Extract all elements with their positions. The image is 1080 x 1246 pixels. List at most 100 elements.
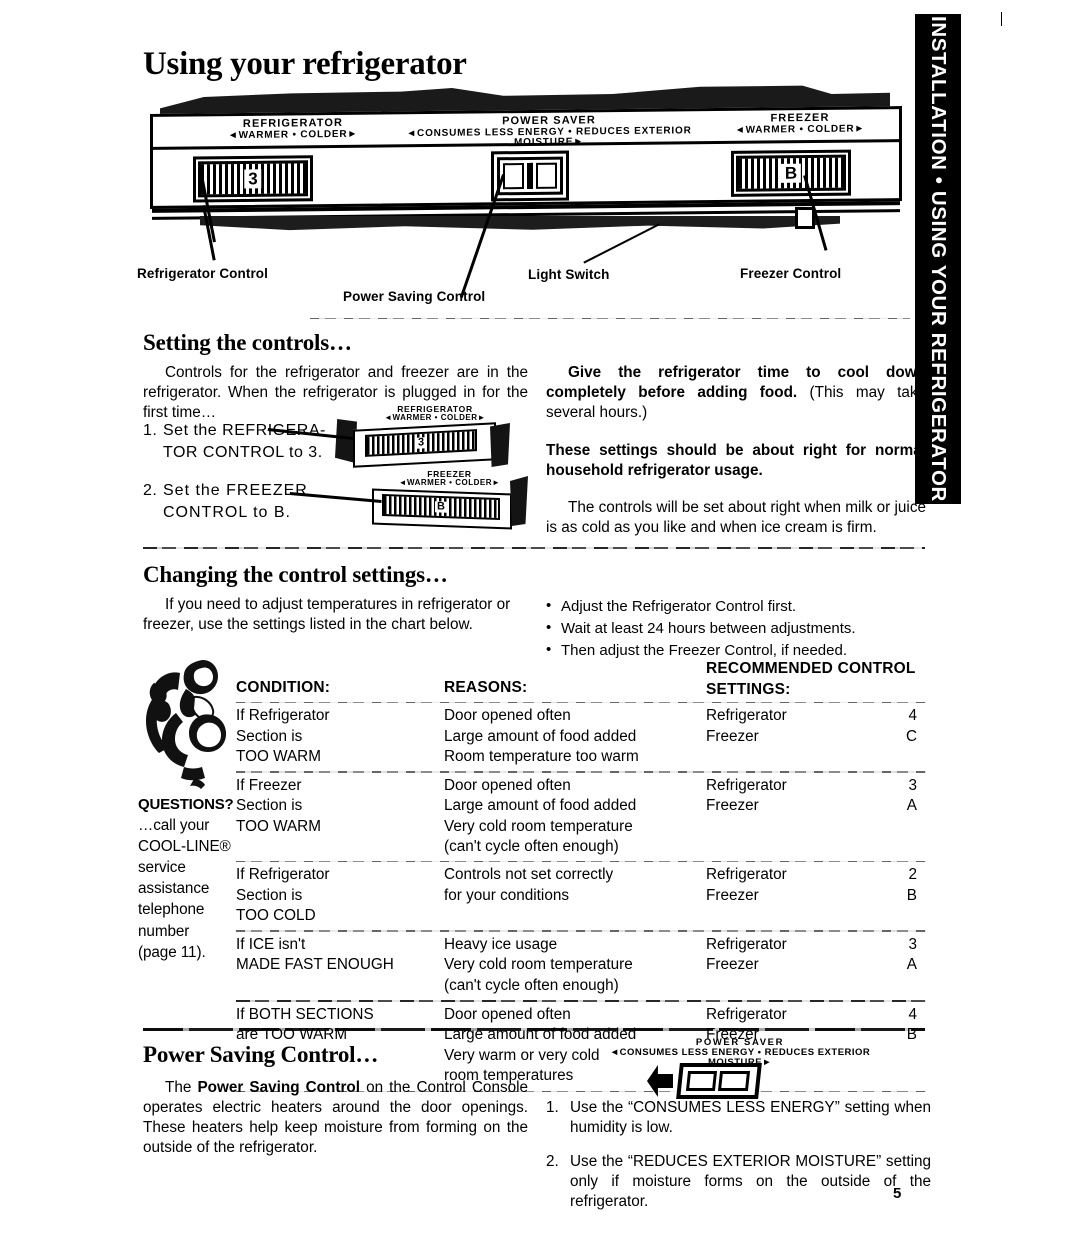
callout-freezer-control: Freezer Control (740, 266, 842, 281)
cool-down-paragraph: Give the refrigerator time to cool down … (546, 363, 926, 423)
bullet-item: Wait at least 24 hours between adjustmen… (546, 617, 931, 640)
chart-header-recommended-l1: RECOMMENDED CONTROL (706, 660, 916, 677)
power-saver-right-paddle[interactable] (536, 162, 557, 189)
console-refrigerator-label: REFRIGERATOR ◄WARMER • COLDER► (227, 116, 359, 141)
power-saver-left-paddle[interactable] (503, 163, 524, 190)
chart-divider (236, 702, 926, 704)
row-setting-control: Refrigerator (706, 935, 787, 953)
section-heading-setting-controls: Setting the controls… (143, 330, 352, 355)
row-values: 4 C (891, 706, 917, 747)
callout-refrigerator-control: Refrigerator Control (137, 266, 269, 281)
row-condition: If Refrigerator Section is TOO COLD (236, 865, 441, 926)
power-saving-text: The Power Saving Control on the Control … (143, 1078, 528, 1158)
normal-usage-paragraph: These settings should be about right for… (546, 441, 926, 481)
row-condition-line: If BOTH SECTIONS (236, 1005, 374, 1023)
console-body: REFRIGERATOR ◄WARMER • COLDER► POWER SAV… (150, 106, 902, 209)
freezer-dial[interactable]: B (736, 154, 846, 192)
list-item: 1. Use the “CONSUMES LESS ENERGY” settin… (546, 1098, 931, 1139)
light-switch[interactable] (795, 207, 815, 229)
step1-figure-blob-right (490, 423, 510, 467)
power-saver-figure-right-paddle[interactable] (718, 1071, 750, 1091)
row-reason-line: Door opened often (444, 1005, 571, 1023)
chart-divider (236, 930, 926, 932)
row-condition-line: TOO WARM (236, 748, 321, 766)
row-condition-line: Section is (236, 797, 303, 815)
chart-divider (236, 771, 926, 773)
control-settings-chart: CONDITION: REASONS: RECOMMENDED CONTROL … (236, 658, 926, 1092)
row-settings: Refrigerator Freezer (706, 865, 876, 906)
row-settings: Refrigerator Freezer (706, 935, 876, 976)
table-row: If ICE isn't MADE FAST ENOUGH Heavy ice … (236, 935, 926, 1000)
callout-power-saving-control: Power Saving Control (343, 289, 486, 304)
row-condition-line: MADE FAST ENOUGH (236, 956, 394, 974)
row-setting-value: C (905, 727, 917, 745)
row-condition-line: If Refrigerator (236, 866, 330, 884)
callout-light-switch: Light Switch (528, 267, 610, 282)
row-setting-value: A (906, 956, 917, 974)
step1-console-figure: REFRIGERATOR ◄WARMER • COLDER► 3 (335, 404, 510, 468)
step1-figure-label: REFRIGERATOR ◄WARMER • COLDER► (384, 404, 486, 422)
row-condition-line: Section is (236, 886, 303, 904)
row-condition: If Refrigerator Section is TOO WARM (236, 706, 441, 767)
questions-title: QUESTIONS? (138, 796, 234, 813)
row-setting-control: Refrigerator (706, 707, 787, 725)
table-row: If Freezer Section is TOO WARM Door open… (236, 776, 926, 861)
chart-divider (236, 860, 926, 863)
row-condition: If Freezer Section is TOO WARM (236, 776, 441, 837)
power-saving-bold: Power Saving Control (197, 1079, 361, 1096)
row-setting-control: Freezer (706, 956, 759, 974)
row-condition: If ICE isn't MADE FAST ENOUGH (236, 935, 441, 976)
power-saving-instructions: 1. Use the “CONSUMES LESS ENERGY” settin… (546, 1098, 931, 1226)
row-reason-line: Large amount of food added (444, 727, 637, 745)
row-setting-value: 4 (908, 1005, 917, 1023)
controls-set-right-paragraph: The controls will be set about right whe… (546, 499, 926, 537)
step1-figure-dial-value: 3 (415, 436, 427, 449)
row-values: 2 B (891, 865, 917, 906)
list-item: 2. Use the “REDUCES EXTERIOR MOISTURE” s… (546, 1152, 931, 1213)
row-condition: If BOTH SECTIONS are TOO WARM (236, 1005, 441, 1046)
power-saver-switch-figure[interactable] (676, 1063, 762, 1099)
row-reason-line: Door opened often (444, 707, 571, 725)
questions-line: …call your (138, 817, 210, 834)
row-reason-line: Very cold room temperature (444, 956, 633, 974)
section-heading-changing-settings: Changing the control settings… (143, 562, 448, 587)
setting-controls-right-column: Give the refrigerator time to cool down … (546, 363, 926, 549)
row-reasons: Heavy ice usage Very cold room temperatu… (444, 935, 702, 996)
chart-divider (236, 999, 926, 1002)
table-row: If Refrigerator Section is TOO WARM Door… (236, 706, 926, 771)
questions-line: service (138, 859, 186, 877)
refrigerator-dial[interactable]: 3 (198, 160, 308, 198)
row-values: 3 A (891, 776, 917, 817)
step2-figure-label: FREEZER ◄WARMER • COLDER► (398, 469, 501, 487)
row-setting-control: Freezer (706, 797, 759, 815)
row-reason-line: Controls not set correctly (444, 866, 614, 884)
power-saver-switch[interactable] (497, 156, 563, 196)
chart-header-row: CONDITION: REASONS: RECOMMENDED CONTROL … (236, 658, 926, 702)
scan-rule-2 (143, 547, 925, 549)
setting-step-2-text: Set the FREEZER CONTROL to B. (163, 482, 308, 521)
changing-settings-bullets: Adjust the Refrigerator Control first. W… (546, 595, 931, 662)
normal-usage-bold: These settings should be about right for… (546, 441, 926, 479)
chart-header-recommended-l2: SETTINGS: (706, 681, 791, 699)
refrigerator-dial-value: 3 (244, 169, 262, 189)
row-condition-line: Section is (236, 727, 303, 745)
row-setting-control: Freezer (706, 886, 759, 904)
power-saver-figure-left-paddle[interactable] (685, 1071, 718, 1091)
setting-step-2-number: 2. (143, 482, 158, 499)
row-reasons: Door opened often Large amount of food a… (444, 776, 702, 858)
console-lower-shadow (200, 216, 840, 231)
row-reason-line: Room temperature too warm (444, 748, 639, 766)
changing-settings-intro: If you need to adjust temperatures in re… (143, 596, 511, 633)
row-condition-line: If Refrigerator (236, 707, 330, 725)
row-reason-line: (can't cycle often enough) (444, 976, 619, 994)
step2-figure-blob-right (510, 476, 528, 526)
page-number: 5 (893, 1185, 902, 1202)
row-values: 3 A (891, 935, 917, 976)
list-item-number: 2. (546, 1152, 559, 1170)
setting-step-2: 2. Set the FREEZER CONTROL to B. (143, 480, 343, 523)
step2-console-figure: FREEZER ◄WARMER • COLDER► B (362, 470, 530, 532)
setting-step-1-number: 1. (143, 422, 158, 439)
page-corner-mark (1001, 12, 1002, 26)
chart-header-reasons: REASONS: (444, 679, 528, 696)
row-reasons: Door opened often Large amount of food a… (444, 706, 702, 767)
